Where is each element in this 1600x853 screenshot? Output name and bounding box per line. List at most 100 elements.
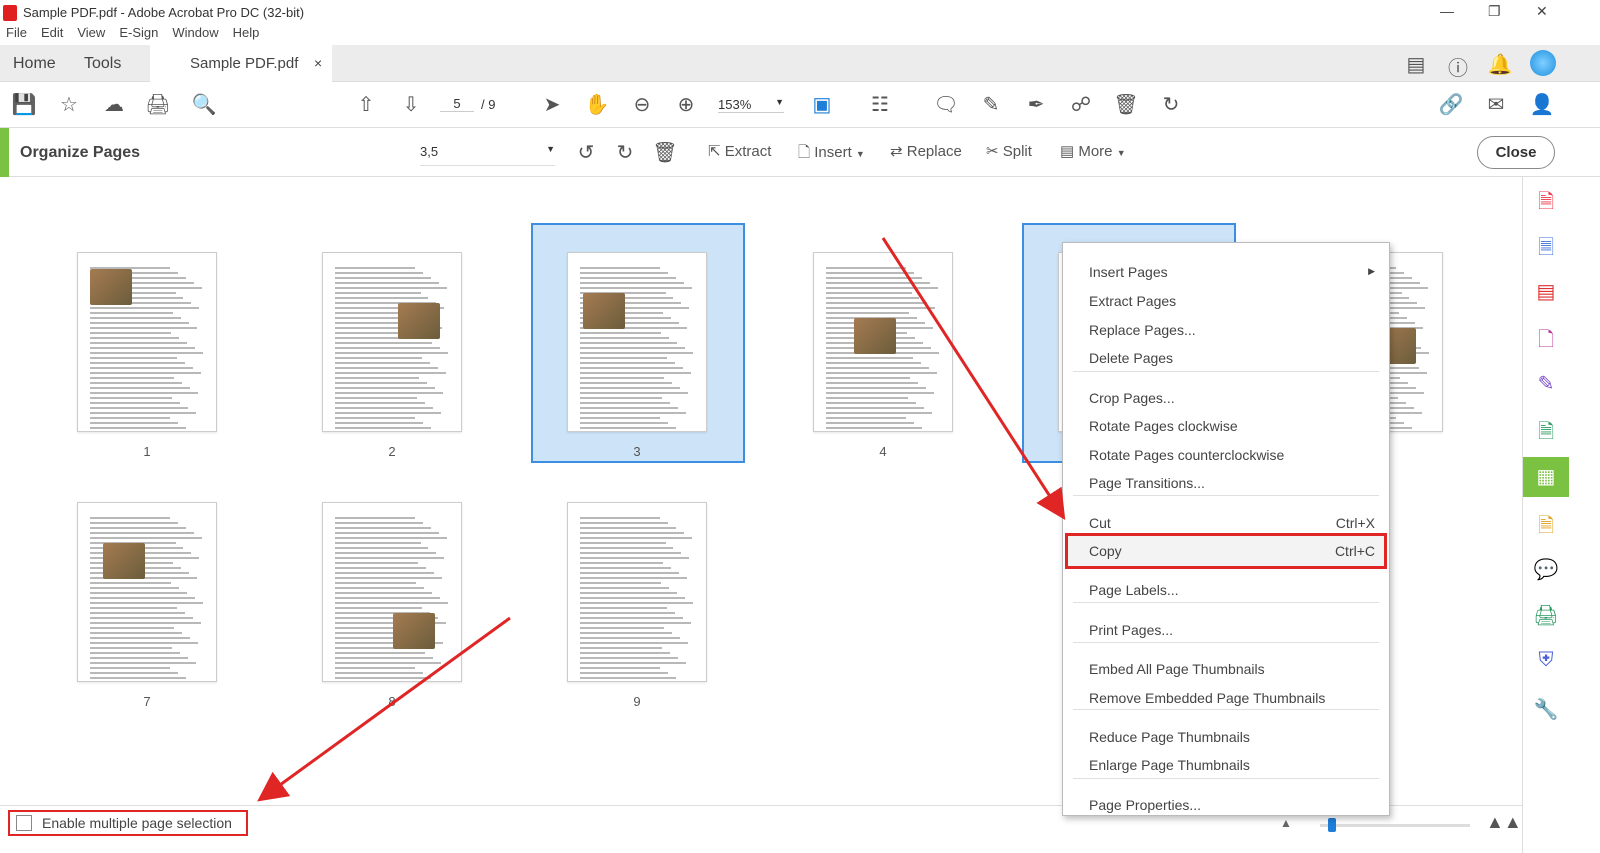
comment-icon[interactable]: 🗨 <box>932 92 960 117</box>
close-organize-button[interactable]: Close <box>1477 136 1555 169</box>
bookmark-star-icon[interactable]: ☆ <box>55 92 83 117</box>
menu-item-replace-pages[interactable]: Replace Pages... <box>1089 322 1196 338</box>
menu-window[interactable]: Window <box>172 25 218 45</box>
menu-item-remove-embedded-page-thumbnails[interactable]: Remove Embedded Page Thumbnails <box>1089 690 1325 706</box>
extract-button[interactable]: ⇱ Extract <box>708 142 771 160</box>
menu-item-copy[interactable]: Copy <box>1089 543 1122 559</box>
close-window-button[interactable]: ✕ <box>1536 3 1548 20</box>
thumbnail-size-slider[interactable] <box>1320 818 1470 832</box>
menu-item-page-properties[interactable]: Page Properties... <box>1089 797 1201 813</box>
bell-icon[interactable]: 🔔 <box>1486 52 1514 77</box>
replace-button[interactable]: ⇄ Replace <box>890 142 962 160</box>
upload-cloud-icon[interactable]: ☁ <box>100 92 128 117</box>
tab-tools[interactable]: Tools <box>84 45 121 82</box>
enable-multiple-selection[interactable]: Enable multiple page selection <box>8 810 248 836</box>
scan-icon[interactable]: 🗎 <box>1533 511 1559 537</box>
sign-icon[interactable]: ✒ <box>1022 92 1050 117</box>
print-icon[interactable]: 🖨 <box>144 92 172 117</box>
previous-page-icon[interactable]: ⇧ <box>352 92 380 117</box>
page-thumbnail[interactable] <box>77 252 217 432</box>
zoom-out-icon[interactable]: ⊖ <box>628 92 656 117</box>
menu-esign[interactable]: E-Sign <box>119 25 158 45</box>
insert-button[interactable]: 🗋 Insert ▼ <box>798 142 865 167</box>
delete-icon[interactable]: 🗑 <box>1112 92 1140 117</box>
edit-pdf-icon[interactable]: 🗋 <box>1533 325 1559 351</box>
menu-view[interactable]: View <box>77 25 105 45</box>
save-icon[interactable]: 💾 <box>10 92 38 117</box>
page-thumbnail[interactable] <box>322 252 462 432</box>
tab-document[interactable]: Sample PDF.pdf × <box>150 45 332 82</box>
page-thumbnail[interactable] <box>322 502 462 682</box>
fill-sign-icon[interactable]: ✎ <box>1533 371 1559 397</box>
select-cursor-icon[interactable]: ➤ <box>538 92 566 117</box>
scroll-mode-icon[interactable]: ☷ <box>866 92 894 117</box>
menu-item-delete-pages[interactable]: Delete Pages <box>1089 350 1173 366</box>
highlight-pen-icon[interactable]: ✎ <box>977 92 1005 117</box>
menu-help[interactable]: Help <box>233 25 260 45</box>
page-fit-icon[interactable]: ▣ <box>808 92 836 117</box>
slider-knob[interactable] <box>1327 818 1336 832</box>
menu-file[interactable]: File <box>6 25 27 45</box>
next-page-icon[interactable]: ⇩ <box>397 92 425 117</box>
replace-icon: ⇄ <box>890 143 907 160</box>
hand-tool-icon[interactable]: ✋ <box>583 92 611 117</box>
rotate-clockwise-icon[interactable]: ↻ <box>611 140 639 165</box>
print-production-icon[interactable]: 🖨 <box>1533 603 1559 629</box>
menu-item-page-labels[interactable]: Page Labels... <box>1089 582 1179 598</box>
menu-edit[interactable]: Edit <box>41 25 63 45</box>
zoom-in-icon[interactable]: ⊕ <box>672 92 700 117</box>
text-line <box>580 657 679 659</box>
stamp-icon[interactable]: ☍ <box>1067 92 1095 117</box>
page-thumbnail[interactable] <box>567 252 707 432</box>
small-thumbnail-icon[interactable]: ▲ <box>1280 816 1292 830</box>
link-icon[interactable]: 🔗 <box>1437 92 1465 117</box>
menu-item-enlarge-page-thumbnails[interactable]: Enlarge Page Thumbnails <box>1089 757 1250 773</box>
combine-icon[interactable]: 🗎 <box>1533 417 1559 443</box>
menu-item-print-pages[interactable]: Print Pages... <box>1089 622 1173 638</box>
multiple-selection-checkbox[interactable] <box>16 815 32 831</box>
export-pdf-icon[interactable]: 🗏 <box>1533 233 1559 259</box>
menu-item-crop-pages[interactable]: Crop Pages... <box>1089 390 1175 406</box>
minimize-button[interactable]: — <box>1440 3 1454 19</box>
page-thumbnail[interactable] <box>77 502 217 682</box>
menu-item-extract-pages[interactable]: Extract Pages <box>1089 293 1176 309</box>
large-thumbnail-icon[interactable]: ▲▲ <box>1486 812 1522 833</box>
split-button[interactable]: ✂ Split <box>986 142 1032 160</box>
menu-item-embed-all-page-thumbnails[interactable]: Embed All Page Thumbnails <box>1089 661 1265 677</box>
thumbnail-image <box>398 303 440 339</box>
menu-item-rotate-pages-clockwise[interactable]: Rotate Pages clockwise <box>1089 418 1238 434</box>
page-thumbnail[interactable] <box>813 252 953 432</box>
delete-pages-icon[interactable]: 🗑 <box>651 140 679 165</box>
menu-separator <box>1073 495 1379 496</box>
rotate-icon[interactable]: ↻ <box>1157 92 1185 117</box>
menu-item-rotate-pages-counterclockwise[interactable]: Rotate Pages counterclockwise <box>1089 447 1284 463</box>
more-tools-icon[interactable]: 🔧 <box>1533 697 1559 723</box>
restore-button[interactable]: ❐ <box>1488 3 1501 20</box>
avatar[interactable] <box>1530 50 1556 76</box>
share-screen-icon[interactable]: ▤ <box>1402 52 1430 77</box>
tab-home[interactable]: Home <box>13 45 56 82</box>
tab-close-button[interactable]: × <box>314 45 322 82</box>
organize-icon[interactable]: ▤ <box>1533 279 1559 305</box>
menu-item-reduce-page-thumbnails[interactable]: Reduce Page Thumbnails <box>1089 729 1250 745</box>
page-thumbnail[interactable] <box>567 502 707 682</box>
zoom-select[interactable]: 153% ▼ <box>718 97 784 113</box>
page-number-input[interactable]: 5 <box>440 96 474 112</box>
create-pdf-icon[interactable]: 🗎 <box>1533 187 1559 213</box>
text-line <box>580 287 692 289</box>
right-tools-pane: 🗎 🗏 ▤ 🗋 ✎ 🗎 ▦ 🗎 💬 🖨 ⛨ 🔧 <box>1522 177 1569 853</box>
page-range-input[interactable]: 3,5 ▼ <box>420 144 555 166</box>
comment-tool-icon[interactable]: 💬 <box>1533 557 1559 583</box>
search-icon[interactable]: 🔍 <box>190 92 218 117</box>
email-icon[interactable]: ✉ <box>1482 92 1510 117</box>
menu-item-insert-pages[interactable]: Insert Pages <box>1089 264 1168 280</box>
organize-pages-active-icon[interactable]: ▦ <box>1523 457 1569 497</box>
menu-item-cut[interactable]: Cut <box>1089 515 1111 531</box>
acrobat-logo-icon <box>3 4 17 21</box>
help-icon[interactable]: ⓘ <box>1444 52 1472 81</box>
add-user-icon[interactable]: 👤 <box>1528 92 1556 117</box>
menu-item-page-transitions[interactable]: Page Transitions... <box>1089 475 1205 491</box>
rotate-counterclockwise-icon[interactable]: ↺ <box>572 140 600 165</box>
protect-icon[interactable]: ⛨ <box>1533 649 1559 675</box>
more-button[interactable]: ▤ More ▼ <box>1060 142 1126 160</box>
